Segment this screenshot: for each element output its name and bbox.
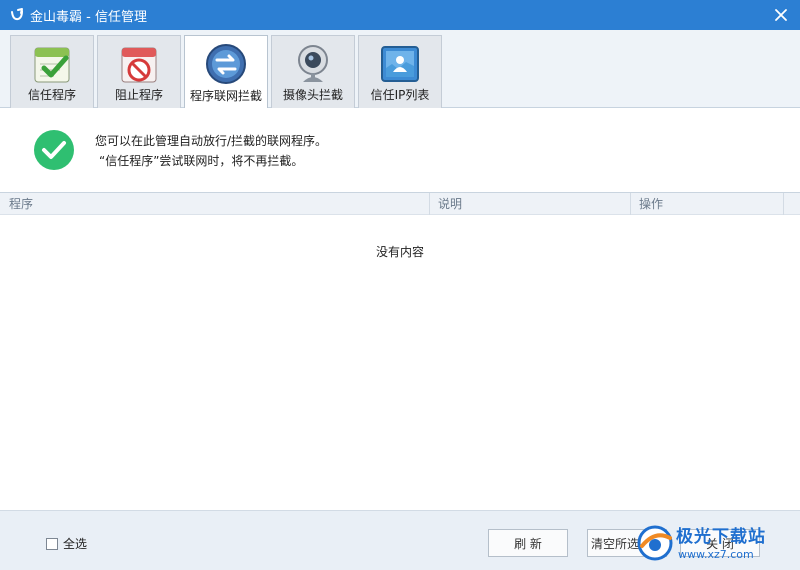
check-circle-icon [34,130,74,170]
close-icon[interactable] [770,4,792,26]
blocked-programs-icon [117,42,161,86]
trusted-ip-icon [378,42,422,86]
refresh-button[interactable]: 刷 新 [488,529,568,557]
column-divider[interactable] [783,193,784,215]
checkbox-box[interactable] [46,537,58,550]
column-header-description[interactable]: 说明 [429,193,630,215]
tab-trusted-programs[interactable]: 信任程序 [10,35,94,108]
title-bar: 金山毒霸 - 信任管理 [0,0,800,30]
tab-label: 阻止程序 [114,88,163,102]
tab-network-block[interactable]: 程序联网拦截 [184,35,268,109]
column-header-program[interactable]: 程序 [0,193,429,215]
close-button[interactable]: 关 闭 [680,529,760,557]
info-text-line1: 您可以在此管理自动放行/拦截的联网程序。 [95,134,328,148]
tab-blocked-programs[interactable]: 阻止程序 [97,35,181,108]
tab-webcam[interactable]: 摄像头拦截 [271,35,355,108]
trust-management-window: 金山毒霸 - 信任管理 信任程序 阻止程序 程序联网拦截 摄像头拦截 信任IP列… [0,0,800,570]
footer-bar: 全选 刷 新 清空所选程序 关 闭 [0,510,800,570]
network-block-icon [204,42,248,86]
trusted-programs-icon [30,42,74,86]
tab-strip: 信任程序 阻止程序 程序联网拦截 摄像头拦截 信任IP列表 [0,30,800,109]
tab-label: 信任程序 [27,88,76,102]
info-panel: 您可以在此管理自动放行/拦截的联网程序。 “信任程序”尝试联网时，将不再拦截。 [0,108,800,192]
tab-label: 信任IP列表 [370,88,430,102]
table-header: 程序 说明 操作 [0,192,800,215]
tab-label: 摄像头拦截 [282,88,343,102]
info-text-line2: “信任程序”尝试联网时，将不再拦截。 [99,154,304,168]
program-list: 没有内容 [0,215,800,510]
clear-selected-button[interactable]: 清空所选程序 [587,529,667,557]
select-all-checkbox[interactable]: 全选 [46,535,87,552]
tab-trusted-ip[interactable]: 信任IP列表 [358,35,442,108]
webcam-icon [291,42,335,86]
app-logo-icon [6,4,28,26]
select-all-label: 全选 [63,537,88,551]
empty-list-message: 没有内容 [375,245,424,259]
column-header-actions[interactable]: 操作 [630,193,783,215]
window-title: 金山毒霸 - 信任管理 [30,9,147,25]
tab-label: 程序联网拦截 [189,89,262,103]
